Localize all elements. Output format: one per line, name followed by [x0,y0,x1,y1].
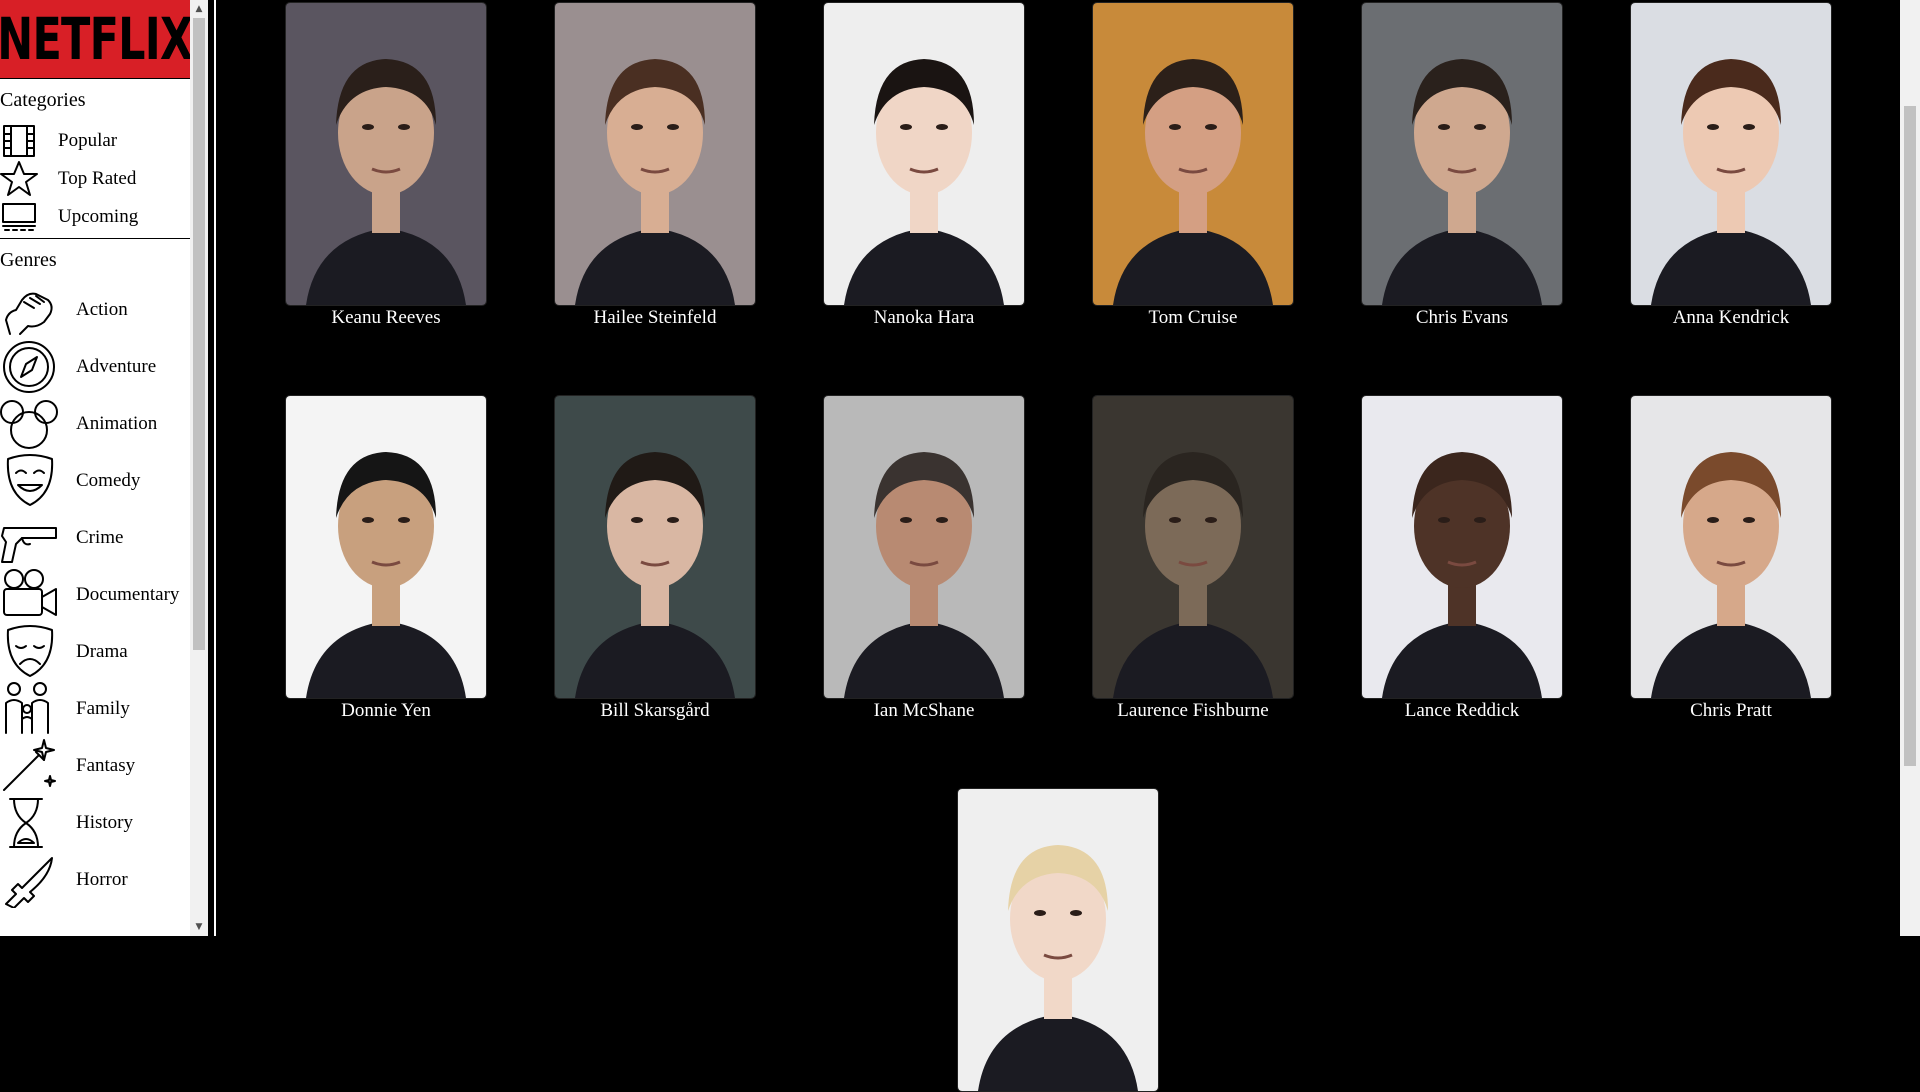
person-name[interactable]: Keanu Reeves [285,307,487,329]
person-photo[interactable] [285,2,487,306]
sidebar-item-popular[interactable]: Popular [0,122,190,160]
person-name[interactable]: Ian McShane [823,700,1025,722]
person-photo[interactable] [957,788,1159,1092]
person-photo[interactable] [1630,395,1832,699]
sidebar-item-label: Family [76,698,130,719]
sidebar-item-horror[interactable]: Horror [0,852,190,909]
scroll-down-arrow-icon[interactable]: ▼ [190,918,208,936]
sidebar-item-label: Comedy [76,470,141,491]
main-border [214,0,216,936]
video-camera-icon [0,567,60,623]
person-photo[interactable] [1361,395,1563,699]
person-name[interactable]: Lance Reddick [1361,700,1563,722]
person-name[interactable]: Chris Pratt [1630,700,1832,722]
sidebar-item-fantasy[interactable]: Fantasy [0,738,190,794]
knife-icon [0,852,60,909]
star-icon [0,160,40,198]
sidebar-item-drama[interactable]: Drama [0,624,190,680]
person-card[interactable]: Bill Skarsgård [554,395,756,722]
categories-title: Categories [0,89,86,111]
person-photo[interactable] [823,2,1025,306]
person-name[interactable]: Hailee Steinfeld [554,307,756,329]
netflix-logo[interactable]: NETFLIX [0,0,190,79]
sidebar-item-action[interactable]: Action [0,282,190,338]
scroll-up-arrow-icon[interactable]: ▲ [190,0,208,18]
sidebar-item-label: History [76,812,133,833]
page-scrollbar-thumb[interactable] [1904,106,1916,766]
sidebar-divider [0,238,190,239]
genres-title: Genres [0,249,57,271]
person-card[interactable]: Ian McShane [823,395,1025,722]
mouse-ears-icon [0,396,60,452]
person-name[interactable]: Chris Evans [1361,307,1563,329]
person-card[interactable]: Nanoka Hara [823,2,1025,329]
sidebar-item-comedy[interactable]: Comedy [0,453,190,509]
person-card[interactable]: Chris Evans [1361,2,1563,329]
family-icon [0,681,60,737]
magic-wand-icon [0,738,60,794]
person-photo[interactable] [285,395,487,699]
sidebar-item-label: Documentary [76,584,180,605]
comedy-mask-icon [0,453,60,509]
fist-icon [0,282,60,338]
sidebar-item-label: Animation [76,413,158,434]
hourglass-icon [0,795,60,851]
person-card[interactable]: Tom Cruise [1092,2,1294,329]
person-photo[interactable] [1361,2,1563,306]
sidebar-item-label: Action [76,299,128,320]
person-name[interactable]: Tom Cruise [1092,307,1294,329]
compass-icon [0,339,60,395]
sidebar-item-adventure[interactable]: Adventure [0,339,190,395]
sidebar-item-label: Top Rated [58,168,137,189]
person-card[interactable]: Laurence Fishburne [1092,395,1294,722]
sidebar-item-history[interactable]: History [0,795,190,851]
person-card[interactable]: Chris Pratt [1630,395,1832,722]
sidebar-item-label: Adventure [76,356,157,377]
sidebar-item-family[interactable]: Family [0,681,190,737]
film-icon [0,122,40,160]
sidebar-item-animation[interactable]: Animation [0,396,190,452]
person-name[interactable]: Donnie Yen [285,700,487,722]
person-photo[interactable] [1092,395,1294,699]
sidebar-item-crime[interactable]: Crime [0,510,190,566]
person-card[interactable]: Lance Reddick [1361,395,1563,722]
sidebar-item-label: Fantasy [76,755,136,776]
person-card[interactable]: Keanu Reeves [285,2,487,329]
person-card[interactable]: Donnie Yen [285,395,487,722]
person-photo[interactable] [1630,2,1832,306]
person-photo[interactable] [554,395,756,699]
cinema-icon [0,198,40,236]
sidebar-item-label: Drama [76,641,128,662]
sidebar-item-label: Popular [58,130,118,151]
sidebar: NETFLIX Categories Popular Top Rated Upc… [0,0,190,936]
gun-icon [0,510,60,566]
page-scrollbar[interactable] [1900,0,1920,936]
sidebar-item-upcoming[interactable]: Upcoming [0,198,190,236]
person-photo[interactable] [1092,2,1294,306]
person-card[interactable] [957,788,1159,1092]
sidebar-item-top-rated[interactable]: Top Rated [0,160,190,198]
drama-mask-icon [0,624,60,680]
person-card[interactable]: Hailee Steinfeld [554,2,756,329]
logo-text: NETFLIX [0,5,190,73]
person-photo[interactable] [823,395,1025,699]
sidebar-item-label: Crime [76,527,124,548]
person-name[interactable]: Anna Kendrick [1630,307,1832,329]
person-name[interactable]: Bill Skarsgård [554,700,756,722]
person-name[interactable]: Nanoka Hara [823,307,1025,329]
person-card[interactable]: Anna Kendrick [1630,2,1832,329]
sidebar-scrollbar[interactable]: ▲ ▼ [190,0,208,936]
sidebar-item-label: Horror [76,869,128,890]
sidebar-item-label: Upcoming [58,206,139,227]
sidebar-item-documentary[interactable]: Documentary [0,567,190,623]
person-name[interactable]: Laurence Fishburne [1092,700,1294,722]
person-photo[interactable] [554,2,756,306]
sidebar-scrollbar-thumb[interactable] [193,18,205,650]
